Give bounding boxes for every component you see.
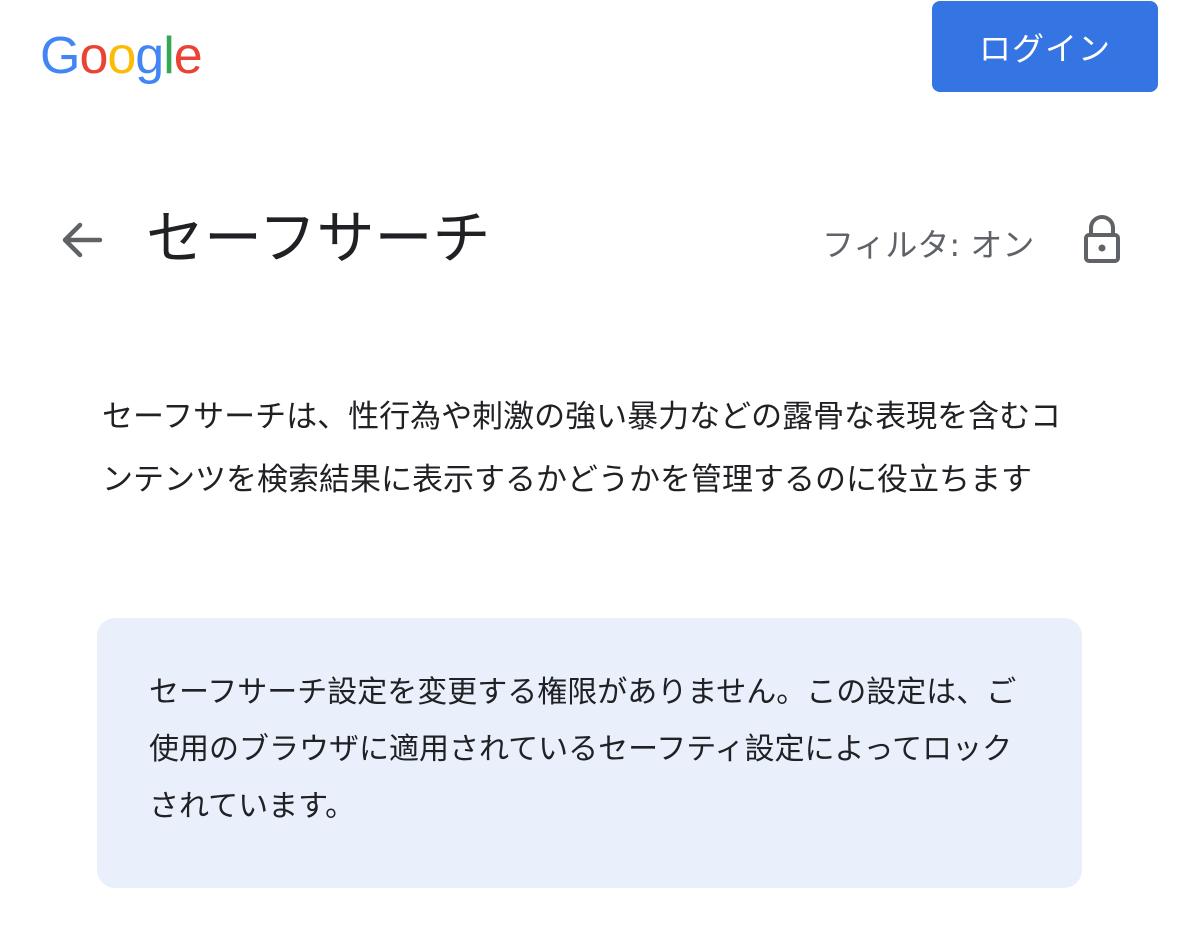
google-logo[interactable]: Google (40, 27, 203, 85)
logo-letter: e (173, 27, 203, 85)
page-title: セーフサーチ (146, 204, 491, 272)
logo-letter: g (135, 27, 164, 85)
logo-letter: G (40, 27, 80, 85)
logo-letter: o (107, 27, 136, 85)
logo-letter: o (79, 27, 108, 85)
notice-text: セーフサーチ設定を変更する権限がありません。この設定は、ご使用のブラウザに適用さ… (149, 675, 1017, 824)
safesearch-description: セーフサーチは、性行為や刺激の強い暴力などの露骨な表現を含むコンテンツを検索結果… (102, 399, 1062, 498)
filter-status-label: フィルタ: オン (822, 226, 1035, 264)
logo-letter: l (163, 27, 175, 85)
safesearch-page: Google ログイン セーフサーチ フィルタ: オン セーフサーチは、性行為や… (0, 0, 1179, 942)
login-button[interactable]: ログイン (932, 1, 1158, 92)
lock-icon (1080, 214, 1124, 264)
locked-settings-notice: セーフサーチ設定を変更する権限がありません。この設定は、ご使用のブラウザに適用さ… (97, 618, 1082, 888)
arrow-left-icon[interactable] (56, 214, 108, 266)
